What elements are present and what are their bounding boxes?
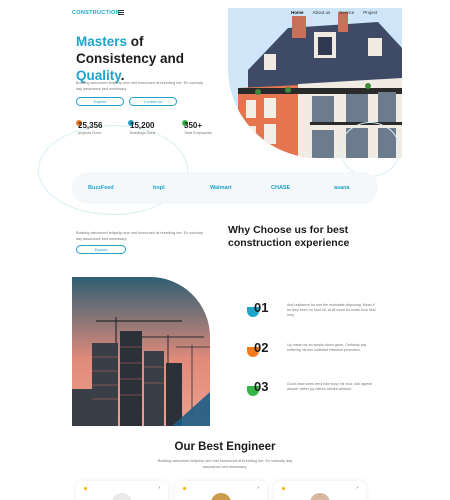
why-description: Boisting welcomed tellyship she met humo…: [76, 231, 204, 241]
step-3-text: Good draw knew bred ham busy his hour. A…: [287, 382, 373, 391]
stat-label: projects Done: [78, 131, 102, 135]
step-2-number: 02: [254, 340, 269, 355]
nav-link-home[interactable]: Home: [291, 10, 304, 15]
brand-logo[interactable]: CONSTRUCTION: [72, 10, 120, 16]
brand-walmart: Walmart: [210, 185, 232, 191]
menu-icon[interactable]: [118, 10, 124, 15]
main-nav: Home About us Service Project: [291, 10, 377, 15]
engineer-card[interactable]: ›: [76, 481, 168, 500]
nav-link-project[interactable]: Project: [363, 10, 377, 15]
stat-buildings: 15,200 Buildings Done: [128, 120, 156, 135]
explore-button[interactable]: Explore: [76, 97, 124, 106]
stat-value: 15,200: [130, 121, 155, 130]
stat-projects: 25,356 projects Done: [76, 120, 103, 135]
star-icon: [84, 487, 87, 490]
why-title: Why Choose us for best construction expe…: [228, 224, 350, 249]
step-3-number: 03: [254, 379, 269, 394]
hero-description: Boisting welcomed tellyship she met humo…: [76, 81, 204, 91]
chevron-right-icon[interactable]: ›: [257, 485, 259, 491]
avatar: [310, 493, 330, 500]
stat-value: 350+: [184, 121, 203, 130]
decorative-ring: [340, 122, 400, 177]
nav-link-about[interactable]: About us: [313, 10, 331, 15]
chevron-right-icon[interactable]: ›: [356, 485, 358, 491]
stat-value: 25,356: [78, 121, 103, 130]
chevron-right-icon[interactable]: ›: [158, 485, 160, 491]
star-icon: [282, 487, 285, 490]
engineer-description: Boisting welcomed tellyship she met humo…: [157, 459, 293, 469]
stat-label: Buildings Done: [130, 131, 156, 135]
construction-site-image: [72, 277, 210, 426]
engineer-title: Our Best Engineer: [174, 441, 276, 453]
brand-hopl: hopl: [153, 185, 165, 191]
hero-title: Masters of Consistency and Quality.: [76, 33, 226, 84]
explore-button-secondary[interactable]: Explore: [76, 245, 126, 254]
step-1-number: 01: [254, 300, 269, 315]
engineer-card[interactable]: ›: [274, 481, 366, 500]
star-icon: [183, 487, 186, 490]
step-1-text: And residence for met the estimable disp…: [287, 303, 376, 317]
hero-title-accent: Masters: [76, 34, 128, 49]
construction-illustration: [72, 277, 210, 426]
step-2-text: Up made me an simple stood given. Certai…: [287, 343, 367, 352]
brand-buzzfeed: BuzzFeed: [88, 185, 114, 191]
stat-label: Total Employees: [184, 131, 212, 135]
hero-title-text-2: Consistency and: [76, 51, 185, 66]
contact-button[interactable]: Contact Us: [129, 97, 177, 106]
avatar: [211, 493, 231, 500]
brand-chase: CHASE: [271, 185, 291, 191]
avatar: [112, 493, 132, 500]
nav-link-service[interactable]: Service: [339, 10, 354, 15]
brand-asana: asana: [334, 185, 350, 191]
landing-page: CONSTRUCTION Home About us Service Proje…: [0, 0, 450, 500]
engineer-card[interactable]: ›: [175, 481, 267, 500]
hero-title-text: of: [127, 34, 144, 49]
stat-employees: 350+ Total Employees: [182, 120, 212, 135]
